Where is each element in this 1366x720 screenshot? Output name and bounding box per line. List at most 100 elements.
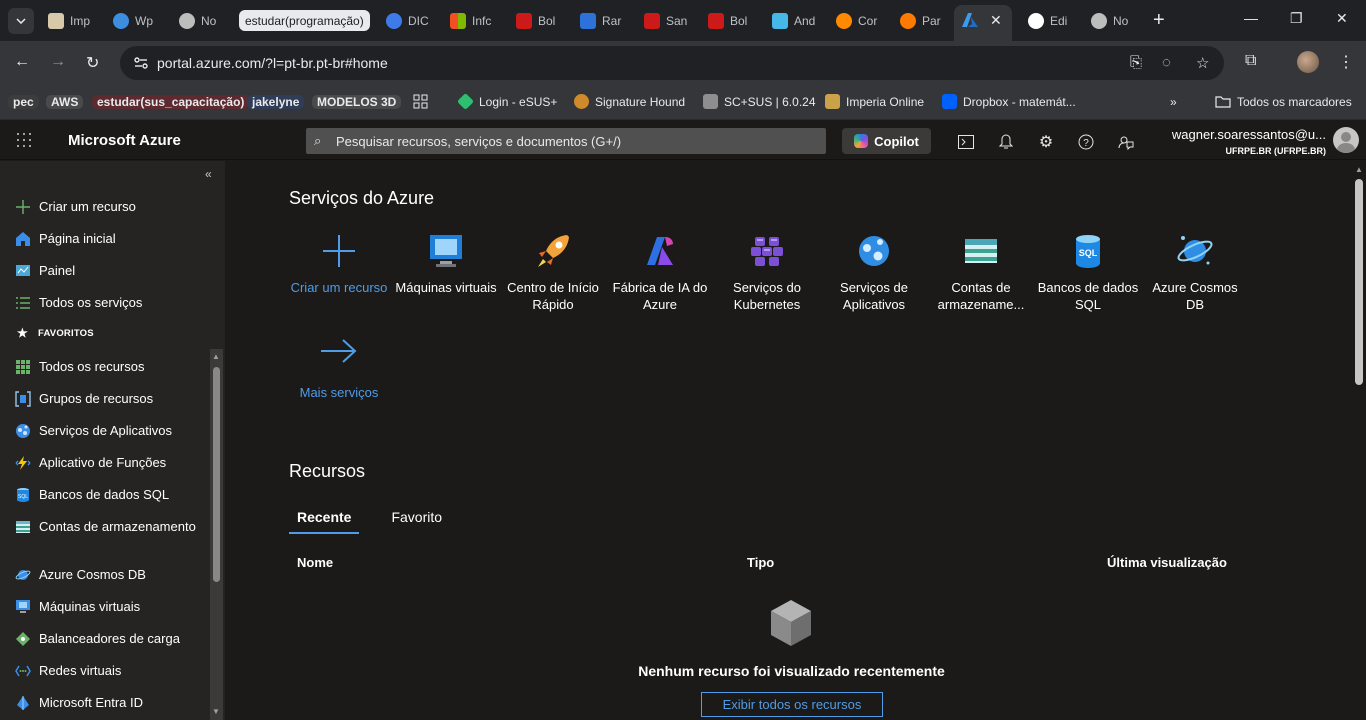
apps-grid-icon[interactable] [413, 91, 428, 112]
profile-avatar[interactable] [1297, 51, 1319, 73]
sidebar-item-virtual-networks[interactable]: Redes virtuais [15, 662, 210, 679]
minimize-icon[interactable]: — [1244, 10, 1258, 26]
collapse-sidebar-icon[interactable]: « [205, 167, 212, 181]
settings-gear-icon[interactable]: ⚙ [1036, 132, 1056, 152]
sidebar-item-entra-id[interactable]: Microsoft Entra ID [15, 694, 210, 711]
content-scroll-thumb[interactable] [1355, 179, 1363, 385]
service-kubernetes[interactable]: Serviços do Kubernetes [715, 231, 819, 313]
browser-tab[interactable]: And [772, 7, 816, 35]
active-browser-tab[interactable] [954, 5, 1012, 41]
service-app-services[interactable]: Serviços de Aplicativos [822, 231, 926, 313]
view-all-resources-button[interactable]: Exibir todos os recursos [701, 692, 883, 717]
account-name[interactable]: wagner.soaressantos@u... [1172, 127, 1326, 142]
service-sql-databases[interactable]: SQL Bancos de dados SQL [1036, 231, 1140, 313]
forward-arrow-icon[interactable]: → [50, 53, 66, 71]
tab-recent[interactable]: Recente [289, 509, 360, 534]
notifications-bell-icon[interactable] [996, 132, 1016, 152]
close-tab-icon[interactable]: ✕ [990, 12, 1002, 29]
more-bookmarks-icon[interactable]: » [1170, 91, 1177, 112]
sidebar-scroll-thumb[interactable] [213, 367, 220, 582]
more-services-link[interactable]: Mais serviços [287, 336, 391, 401]
bookmark-folder[interactable]: AWS [46, 91, 84, 112]
sidebar-item-all-services[interactable]: Todos os serviços [15, 294, 210, 311]
sidebar-item-resource-groups[interactable]: Grupos de recursos [15, 390, 210, 407]
service-virtual-machines[interactable]: Máquinas virtuais [394, 231, 498, 296]
sidebar-item-function-app[interactable]: Aplicativo de Funções [15, 454, 210, 471]
browser-tab[interactable]: Rar [580, 7, 624, 35]
reload-icon[interactable]: ↻ [86, 53, 99, 73]
browser-menu-icon[interactable]: ⋮ [1338, 52, 1354, 72]
column-header-type[interactable]: Tipo [747, 555, 774, 570]
content-scrollbar[interactable]: ▲ [1352, 161, 1366, 720]
browser-tab[interactable]: No [179, 7, 229, 35]
bookmark-folder[interactable]: jakelyne [247, 91, 305, 112]
browser-tab[interactable]: Bol [708, 7, 752, 35]
restore-icon[interactable]: ❐ [1290, 10, 1303, 27]
sidebar-item-app-services[interactable]: Serviços de Aplicativos [15, 422, 210, 439]
browser-tab[interactable]: Imp [48, 7, 98, 35]
tab-favicon-icon [516, 13, 532, 29]
window-close-icon[interactable]: ✕ [1336, 10, 1348, 27]
extensions-icon[interactable]: ⧉ [1245, 52, 1256, 70]
scroll-up-icon[interactable]: ▲ [212, 352, 220, 361]
account-avatar[interactable] [1333, 127, 1359, 153]
sidebar-item-sql-databases[interactable]: SQL Bancos de dados SQL [15, 486, 210, 503]
copilot-button[interactable]: Copilot [842, 128, 931, 154]
cloud-shell-icon[interactable] [956, 132, 976, 152]
bookmark-folder[interactable]: estudar(sus_capacitação) [92, 91, 250, 112]
browser-tab[interactable]: Wp [113, 7, 163, 35]
sidebar-item-create[interactable]: Criar um recurso [15, 198, 210, 215]
bookmark-link[interactable]: Dropbox - matemát... [942, 91, 1076, 112]
sidebar-item-cosmos-db[interactable]: Azure Cosmos DB [15, 566, 210, 583]
url-text[interactable]: portal.azure.com/?l=pt-br.pt-br#home [157, 55, 388, 71]
service-create-resource[interactable]: Criar um recurso [287, 231, 391, 296]
all-bookmarks-folder[interactable]: Todos os marcadores [1215, 91, 1352, 112]
install-app-icon[interactable]: ⎘ [1130, 54, 1142, 71]
bookmark-folder[interactable]: pec [8, 91, 39, 112]
eye-off-icon[interactable]: ◌ [1162, 54, 1171, 71]
account-directory[interactable]: UFRPE.BR (UFRPE.BR) [1226, 146, 1327, 156]
help-icon[interactable]: ? [1076, 132, 1096, 152]
browser-tab[interactable]: San [644, 7, 688, 35]
service-quickstart[interactable]: Centro de Início Rápido [501, 231, 605, 313]
portal-menu-icon[interactable] [17, 133, 31, 147]
scroll-up-icon[interactable]: ▲ [1355, 165, 1363, 174]
new-tab-button[interactable]: + [1153, 9, 1165, 32]
global-search-input[interactable]: ⌕ Pesquisar recursos, serviços e documen… [306, 128, 826, 154]
tab-group-label[interactable]: estudar(programação) [239, 10, 370, 31]
tab-favorite[interactable]: Favorito [383, 509, 450, 534]
sidebar-item-all-resources[interactable]: Todos os recursos [15, 358, 210, 375]
bookmark-star-icon[interactable]: ☆ [1196, 54, 1209, 72]
sidebar-item-home[interactable]: Página inicial [15, 230, 210, 247]
bookmark-folder[interactable]: MODELOS 3D [312, 91, 402, 112]
browser-tab[interactable]: Bol [516, 7, 560, 35]
bookmark-link[interactable]: Imperia Online [825, 91, 924, 112]
tab-search-button[interactable] [8, 8, 34, 34]
sidebar-item-virtual-machines[interactable]: Máquinas virtuais [15, 598, 210, 615]
feedback-icon[interactable] [1116, 132, 1136, 152]
browser-tab[interactable]: Infc [450, 7, 494, 35]
sidebar-item-storage-accounts[interactable]: Contas de armazenamento [15, 518, 210, 535]
svg-text:SQL: SQL [18, 494, 28, 500]
browser-tab[interactable]: No [1091, 7, 1135, 35]
bookmarks-bar: pec AWS estudar(sus_capacitação) jakelyn… [0, 85, 1366, 120]
bookmark-link[interactable]: Login - eSUS+ [457, 91, 557, 112]
browser-tab[interactable]: Edi [1028, 7, 1078, 35]
browser-tab[interactable]: Par [900, 7, 944, 35]
sidebar-item-dashboard[interactable]: Painel [15, 262, 210, 279]
bookmark-link[interactable]: SC+SUS | 6.0.24 [703, 91, 816, 112]
scroll-down-icon[interactable]: ▼ [212, 707, 220, 716]
address-bar[interactable]: portal.azure.com/?l=pt-br.pt-br#home ⎘ ◌… [120, 46, 1224, 80]
back-arrow-icon[interactable]: ← [14, 53, 30, 71]
service-storage-accounts[interactable]: Contas de armazename... [929, 231, 1033, 313]
column-header-last-viewed[interactable]: Última visualização [1107, 555, 1227, 570]
browser-tab[interactable]: DIC [386, 7, 436, 35]
column-header-name[interactable]: Nome [297, 555, 333, 570]
azure-brand[interactable]: Microsoft Azure [68, 132, 181, 149]
service-ai-foundry[interactable]: Fábrica de IA do Azure [608, 231, 712, 313]
sidebar-item-load-balancers[interactable]: Balanceadores de carga [15, 630, 210, 647]
sidebar-scrollbar[interactable]: ▲ ▼ [210, 349, 223, 720]
service-cosmos-db[interactable]: Azure Cosmos DB [1143, 231, 1247, 313]
bookmark-link[interactable]: Signature Hound [574, 91, 685, 112]
browser-tab[interactable]: Cor [836, 7, 880, 35]
